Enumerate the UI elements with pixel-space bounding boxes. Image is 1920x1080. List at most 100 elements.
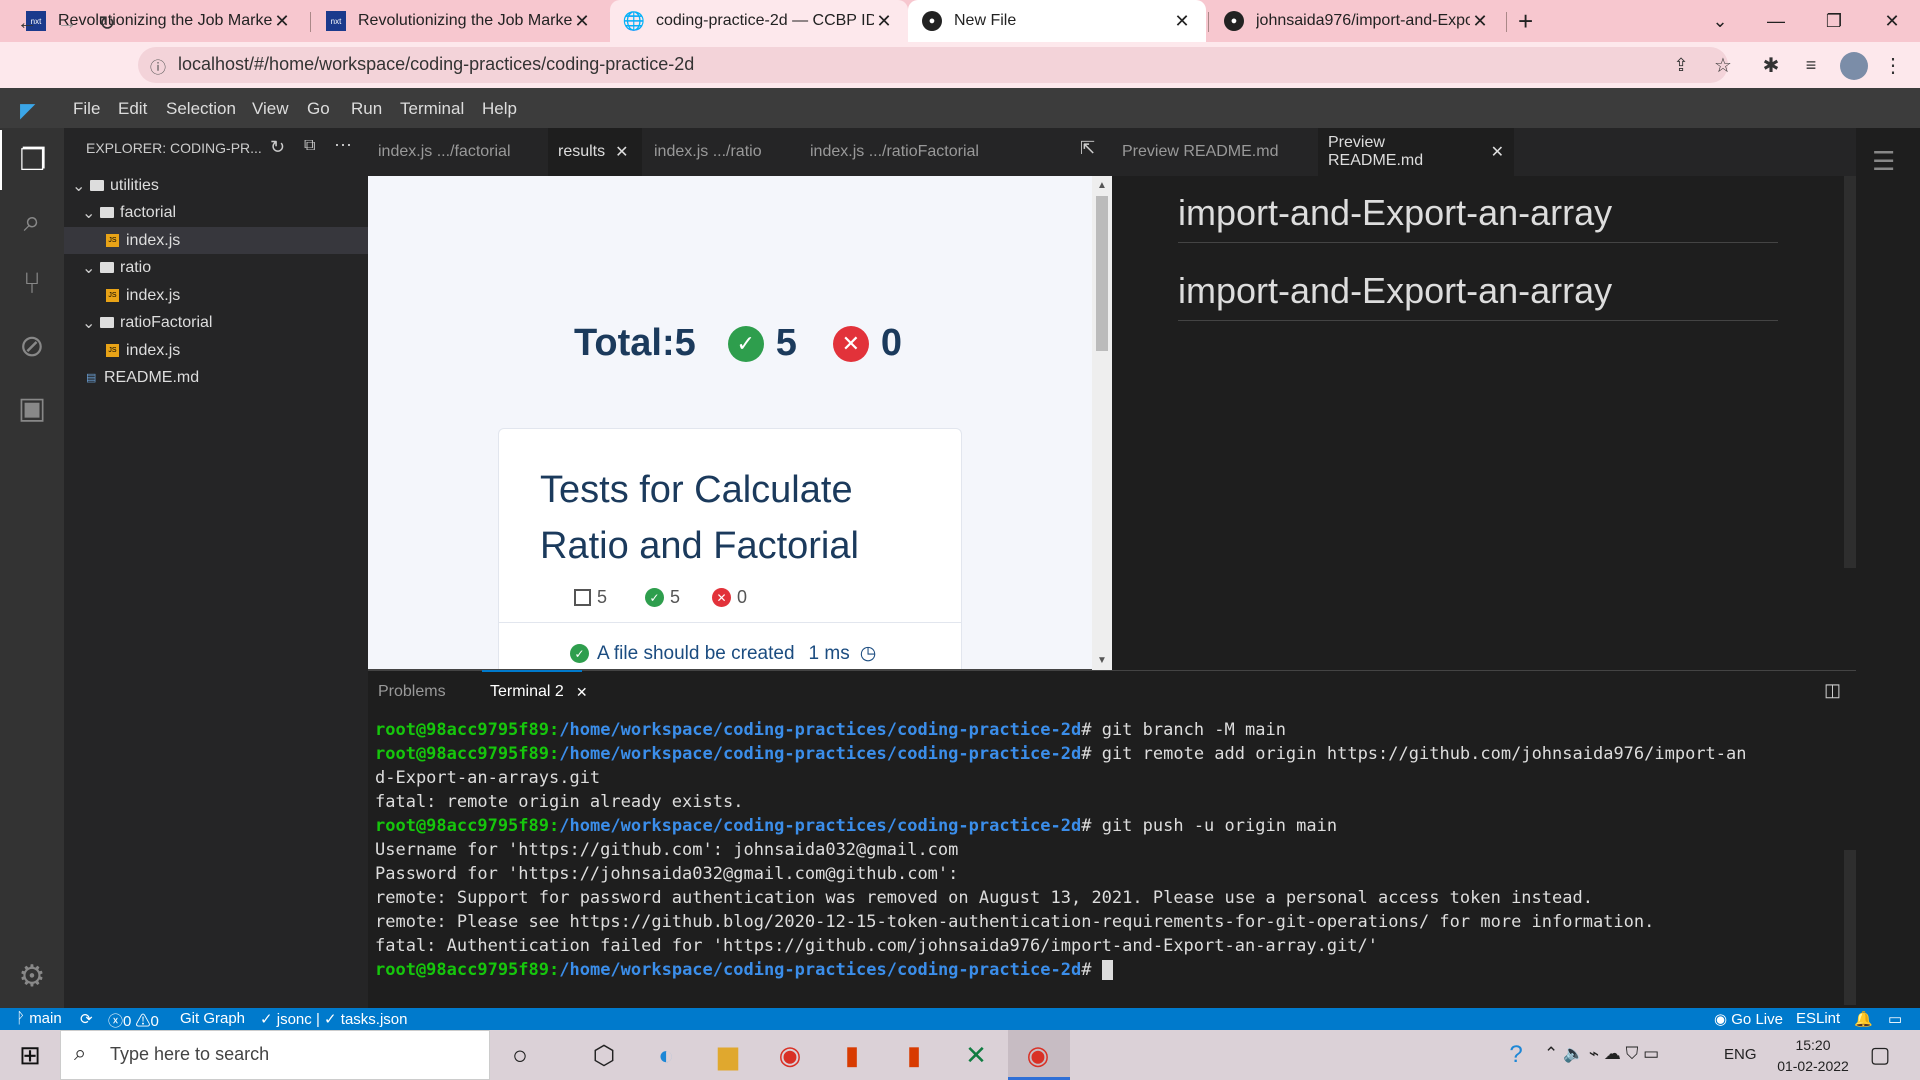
volume-icon[interactable]: 🔈 — [1563, 1044, 1584, 1063]
edge-icon[interactable]: ◐ — [646, 1035, 686, 1075]
panel-tab-problems[interactable]: Problems — [378, 683, 446, 701]
notification-center-icon[interactable]: ▢ — [1860, 1035, 1900, 1075]
preview-scrollbar[interactable] — [1844, 176, 1856, 568]
tray-icons[interactable]: ⌃ 🔈 ⌁ ☁ ⛉ ▭ — [1544, 1044, 1659, 1064]
tab-factorial-index[interactable]: index.js .../factorial — [368, 128, 548, 176]
taskbar-search-placeholder[interactable]: Type here to search — [110, 1044, 269, 1065]
reload-icon[interactable]: ↻ — [92, 8, 122, 38]
back-icon[interactable]: ← — [12, 8, 42, 38]
forward-icon[interactable]: → — [52, 8, 82, 38]
extensions-view-icon[interactable]: ▣ — [0, 378, 64, 438]
tab-search-icon[interactable]: ⌄ — [1692, 0, 1748, 42]
more-actions-icon[interactable]: ⋯ — [334, 135, 352, 156]
new-tab-button[interactable]: + — [1518, 6, 1533, 37]
menu-file[interactable]: File — [73, 99, 100, 119]
gear-icon[interactable]: ⚙ — [0, 946, 64, 1006]
language-indicator[interactable]: ENG — [1724, 1046, 1757, 1063]
security-icon[interactable]: ⛉ — [1626, 1044, 1639, 1063]
explorer-icon[interactable]: ❐ — [0, 130, 64, 190]
tab-results[interactable]: results ✕ — [548, 128, 642, 176]
scroll-down-arrow-icon[interactable]: ▼ — [1097, 655, 1107, 666]
media-control-icon[interactable]: ≡ — [1796, 50, 1826, 80]
notifications-panel-icon[interactable]: ▭ — [1888, 1010, 1902, 1028]
browser-tab[interactable]: nxt Revolutionizing the Job Market | ✕ — [312, 0, 606, 42]
close-icon[interactable]: ✕ — [615, 142, 628, 162]
url-text[interactable]: localhost/#/home/workspace/coding-practi… — [178, 54, 694, 75]
jsonc-indicator[interactable]: ✓ jsonc | ✓ tasks.json — [260, 1010, 407, 1028]
chrome-icon[interactable]: ◉ — [1018, 1035, 1058, 1075]
bell-icon[interactable]: 🔔 — [1854, 1010, 1873, 1028]
tab-preview-readme-active[interactable]: Preview README.md ✕ — [1318, 128, 1514, 176]
tree-folder-utilities[interactable]: ⌄ utilities — [64, 172, 368, 199]
restore-icon[interactable]: ❐ — [1806, 0, 1862, 42]
problems-indicator[interactable]: ⓧ0 ⚠0 — [108, 1010, 159, 1031]
close-icon[interactable]: ✕ — [1470, 11, 1490, 32]
browser-tab[interactable]: ● johnsaida976/import-and-Export ✕ — [1210, 0, 1504, 42]
app-icon[interactable]: ⬡ — [584, 1035, 624, 1075]
branch-indicator[interactable]: ᚹ main — [16, 1010, 62, 1027]
sync-icon[interactable]: ⟳ — [80, 1010, 93, 1028]
office-app-icon[interactable]: ▮ — [894, 1035, 934, 1075]
help-icon[interactable]: ? — [1496, 1035, 1536, 1075]
tree-folder-ratiofactorial[interactable]: ⌄ ratioFactorial — [64, 309, 368, 336]
refresh-icon[interactable]: ↻ — [270, 137, 285, 158]
clock[interactable]: 15:20 01-02-2022 — [1768, 1035, 1858, 1077]
close-icon[interactable]: ✕ — [576, 684, 588, 701]
extensions-icon[interactable]: ✱ — [1756, 50, 1786, 80]
scrollbar-thumb[interactable] — [1096, 196, 1108, 351]
tree-file-factorial-index[interactable]: JS index.js — [64, 227, 368, 254]
scroll-up-arrow-icon[interactable]: ▲ — [1097, 180, 1107, 191]
close-icon[interactable]: ✕ — [1491, 142, 1504, 162]
tree-folder-factorial[interactable]: ⌄ factorial — [64, 199, 368, 226]
network-icon[interactable]: ⌁ — [1589, 1044, 1599, 1063]
menu-help[interactable]: Help — [482, 99, 517, 119]
chevron-up-icon[interactable]: ⌃ — [1544, 1044, 1558, 1063]
open-preview-icon[interactable]: ⇱ — [1080, 138, 1095, 159]
terminal-scrollbar[interactable] — [1844, 850, 1856, 1005]
menu-run[interactable]: Run — [351, 99, 382, 119]
menu-go[interactable]: Go — [307, 99, 330, 119]
test-case-row[interactable]: ✓ A file should be created 1 ms ◷ — [570, 642, 876, 665]
menu-edit[interactable]: Edit — [118, 99, 147, 119]
tree-file-ratiofactorial-index[interactable]: JS index.js — [64, 337, 368, 364]
close-icon[interactable]: ✕ — [874, 11, 894, 32]
battery-icon[interactable]: ▭ — [1643, 1044, 1659, 1063]
panel-tab-terminal[interactable]: Terminal 2 ✕ — [490, 683, 588, 701]
close-icon[interactable]: ✕ — [272, 11, 292, 32]
run-debug-icon[interactable]: ⊘ — [0, 316, 64, 376]
share-icon[interactable]: ⇪ — [1666, 50, 1696, 80]
panel-layout-icon[interactable]: ◫ — [1824, 680, 1841, 701]
cloud-icon[interactable]: ☁ — [1604, 1044, 1621, 1063]
git-graph-button[interactable]: Git Graph — [180, 1010, 245, 1027]
menu-terminal[interactable]: Terminal — [400, 99, 464, 119]
tab-ratiofactorial-index[interactable]: index.js .../ratioFactorial — [800, 128, 1010, 176]
layout-list-icon[interactable]: ☰ — [1872, 146, 1895, 177]
source-control-icon[interactable]: ⑂ — [0, 254, 64, 314]
avatar[interactable] — [1840, 52, 1868, 80]
excel-icon[interactable]: ✕ — [956, 1035, 996, 1075]
browser-menu-icon[interactable]: ⋮ — [1878, 50, 1908, 80]
menu-selection[interactable]: Selection — [166, 99, 236, 119]
chrome-icon[interactable]: ◉ — [770, 1035, 810, 1075]
office-icon[interactable]: ▮ — [832, 1035, 872, 1075]
browser-tab-active[interactable]: 🌐 coding-practice-2d — CCBP IDE ✕ — [610, 0, 908, 42]
minimize-icon[interactable]: — — [1748, 0, 1804, 42]
go-live-button[interactable]: ◉ Go Live — [1714, 1010, 1783, 1028]
tree-folder-ratio[interactable]: ⌄ ratio — [64, 254, 368, 281]
close-icon[interactable]: ✕ — [572, 11, 592, 32]
browser-tab[interactable]: ● New File ✕ — [908, 0, 1206, 42]
file-explorer-icon[interactable]: ▆ — [708, 1035, 748, 1075]
bookmark-star-icon[interactable]: ☆ — [1708, 50, 1738, 80]
eslint-button[interactable]: ESLint — [1796, 1010, 1840, 1027]
collapse-all-icon[interactable]: ⧉ — [304, 137, 315, 155]
site-info-icon[interactable]: ⓘ — [150, 54, 166, 78]
tree-file-readme[interactable]: ▤ README.md — [64, 364, 368, 391]
windows-start-icon[interactable]: ⊞ — [10, 1035, 50, 1075]
tree-file-ratio-index[interactable]: JS index.js — [64, 282, 368, 309]
tab-ratio-index[interactable]: index.js .../ratio — [644, 128, 794, 176]
close-window-icon[interactable]: ✕ — [1864, 0, 1920, 42]
menu-view[interactable]: View — [252, 99, 289, 119]
search-icon[interactable]: ⌕ — [0, 192, 64, 252]
task-view-icon[interactable]: ○ — [500, 1035, 540, 1075]
close-icon[interactable]: ✕ — [1172, 11, 1192, 32]
